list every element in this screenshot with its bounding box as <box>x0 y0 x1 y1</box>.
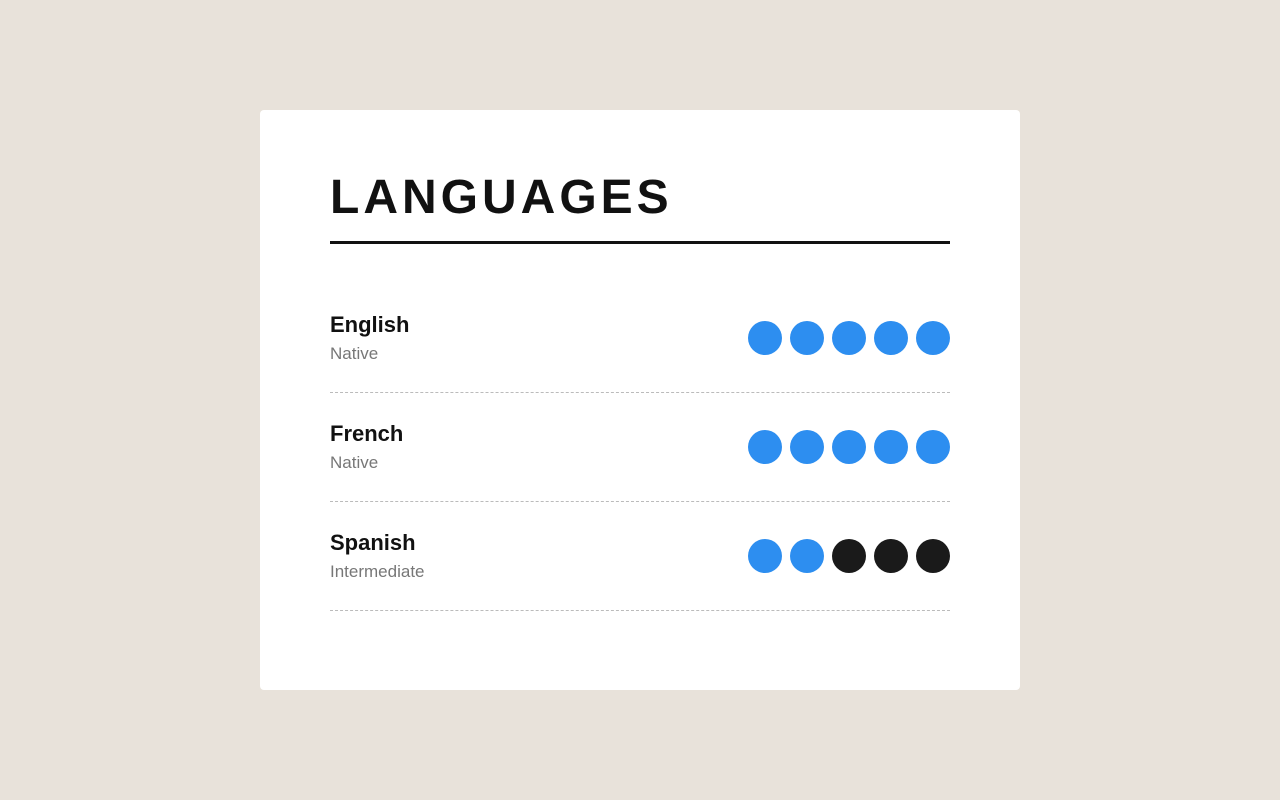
proficiency-dot <box>916 539 950 573</box>
proficiency-dot <box>790 430 824 464</box>
language-level: Intermediate <box>330 562 425 582</box>
language-name: French <box>330 421 403 447</box>
card: LANGUAGES English Native French Native Spani… <box>260 110 1020 690</box>
proficiency-dot <box>874 539 908 573</box>
language-item: French Native <box>330 393 950 502</box>
dots-container <box>748 430 950 464</box>
proficiency-dot <box>916 430 950 464</box>
proficiency-dot <box>916 321 950 355</box>
proficiency-dot <box>790 539 824 573</box>
proficiency-dot <box>748 430 782 464</box>
language-info: Spanish Intermediate <box>330 530 425 582</box>
dots-container <box>748 321 950 355</box>
language-info: English Native <box>330 312 409 364</box>
proficiency-dot <box>790 321 824 355</box>
language-name: English <box>330 312 409 338</box>
language-info: French Native <box>330 421 403 473</box>
proficiency-dot <box>748 539 782 573</box>
proficiency-dot <box>832 321 866 355</box>
language-level: Native <box>330 344 409 364</box>
proficiency-dot <box>832 539 866 573</box>
proficiency-dot <box>874 430 908 464</box>
language-item: English Native <box>330 284 950 393</box>
proficiency-dot <box>748 321 782 355</box>
language-name: Spanish <box>330 530 425 556</box>
proficiency-dot <box>874 321 908 355</box>
dots-container <box>748 539 950 573</box>
language-list: English Native French Native Spanish Intermed… <box>330 284 950 611</box>
proficiency-dot <box>832 430 866 464</box>
section-title: LANGUAGES <box>330 170 950 244</box>
language-item: Spanish Intermediate <box>330 502 950 611</box>
language-level: Native <box>330 453 403 473</box>
